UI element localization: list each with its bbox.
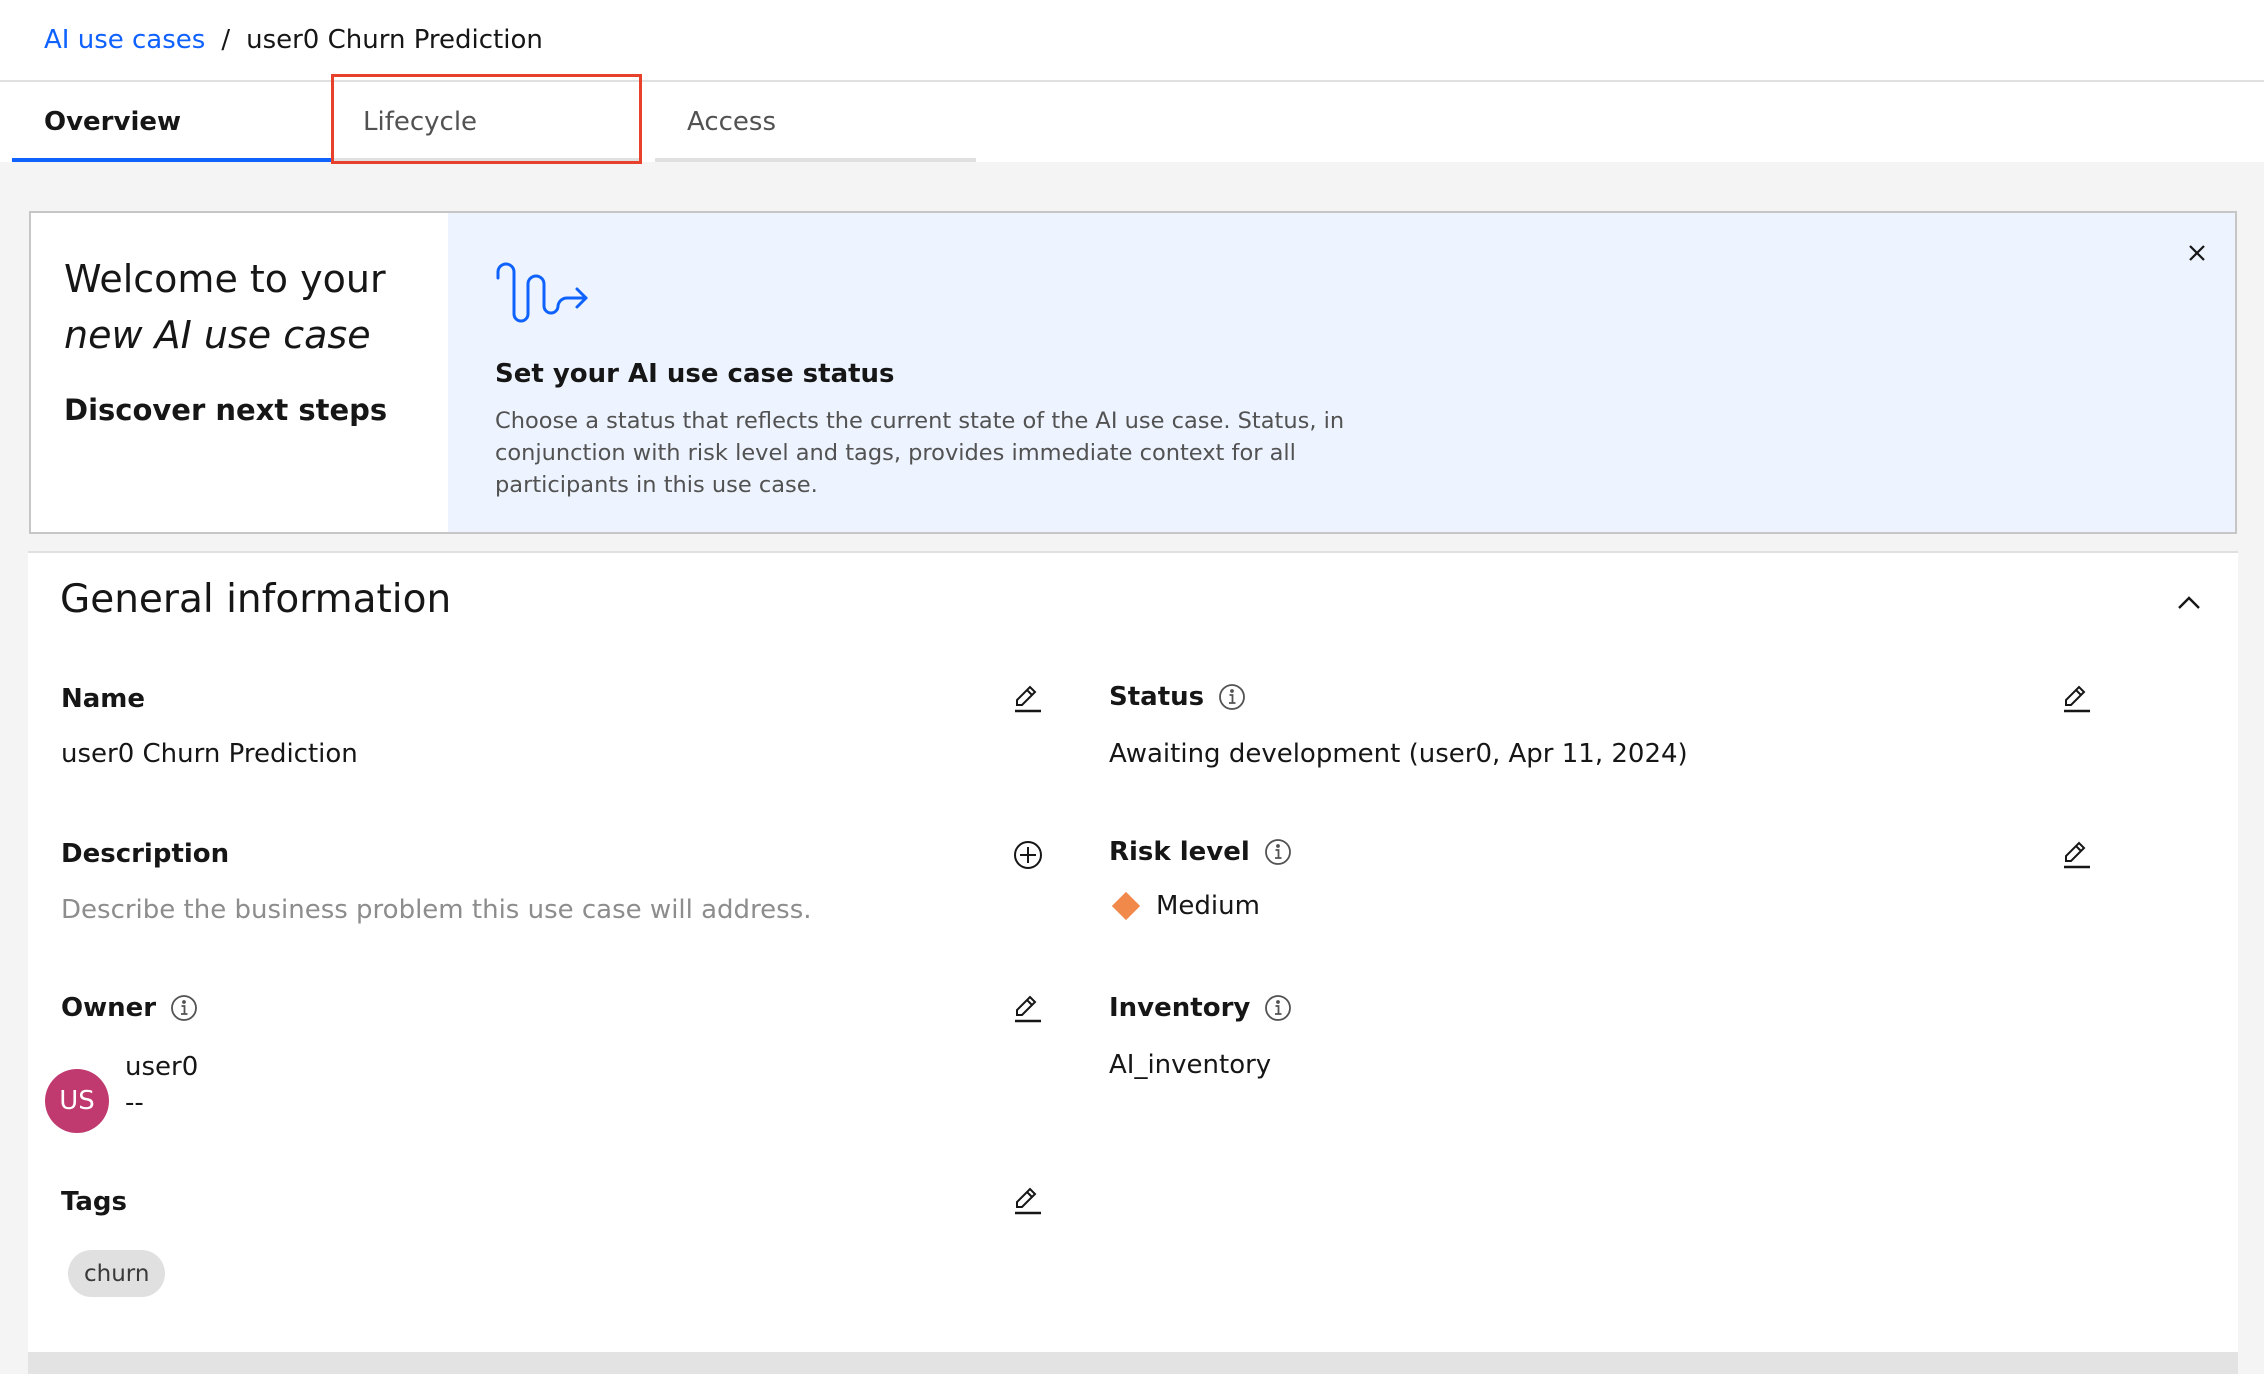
welcome-banner: Welcome to your new AI use case Discover… <box>29 211 2237 534</box>
section-title: General information <box>60 577 452 622</box>
risk-level-text: Medium <box>1156 891 1260 921</box>
field-label-name: Name <box>61 682 145 716</box>
tag-chip[interactable]: churn <box>68 1250 166 1297</box>
banner-step-title: Set your AI use case status <box>495 359 895 389</box>
info-icon[interactable] <box>1264 838 1292 866</box>
general-information-card: General information Name user0 Churn Pre… <box>28 551 2238 1353</box>
owner-name: user0 <box>125 1052 199 1082</box>
owner-details: user0 -- <box>125 1049 198 1121</box>
label-text: Description <box>61 839 230 869</box>
banner-welcome-heading: Welcome to your new AI use case <box>64 251 386 363</box>
label-text: Risk level <box>1109 837 1250 867</box>
tab-overview[interactable]: Overview <box>12 82 331 162</box>
breadcrumb-link-ai-use-cases[interactable]: AI use cases <box>44 25 205 55</box>
label-text: Tags <box>61 1187 128 1217</box>
breadcrumb: AI use cases / user0 Churn Prediction <box>44 22 543 58</box>
tab-underline <box>655 158 976 162</box>
label-text: Inventory <box>1109 993 1251 1023</box>
avatar: US <box>45 1069 109 1133</box>
tab-label: Overview <box>44 107 182 137</box>
close-icon[interactable] <box>2181 237 2213 269</box>
owner-entry: US user0 -- <box>45 1049 198 1133</box>
info-icon[interactable] <box>170 994 198 1022</box>
name-value: user0 Churn Prediction <box>61 739 358 769</box>
inventory-value: AI_inventory <box>1109 1050 1272 1080</box>
info-icon[interactable] <box>1264 994 1292 1022</box>
welcome-line-2-text: new AI use case <box>64 313 371 357</box>
edit-icon[interactable] <box>2061 683 2093 715</box>
risk-medium-diamond-icon <box>1111 891 1141 921</box>
edit-icon[interactable] <box>2061 839 2093 871</box>
field-label-risk-level: Risk level <box>1109 835 1292 869</box>
tab-underline <box>12 158 331 162</box>
banner-step-description: Choose a status that reflects the curren… <box>495 408 1345 498</box>
chevron-up-icon[interactable] <box>2173 587 2205 619</box>
field-label-owner: Owner <box>61 991 198 1025</box>
tab-lifecycle[interactable]: Lifecycle <box>331 82 641 162</box>
tab-label: Lifecycle <box>363 107 478 137</box>
field-label-tags: Tags <box>61 1185 127 1219</box>
field-label-status: Status <box>1109 680 1246 714</box>
description-placeholder[interactable]: Describe the business problem this use c… <box>61 895 812 925</box>
label-text: Owner <box>61 993 157 1023</box>
field-label-inventory: Inventory <box>1109 991 1292 1025</box>
field-label-description: Description <box>61 837 229 871</box>
tab-access[interactable]: Access <box>655 82 976 162</box>
tab-label: Access <box>687 107 777 137</box>
path-arrow-icon <box>496 262 590 326</box>
status-value: Awaiting development (user0, Apr 11, 202… <box>1109 739 1688 769</box>
banner-intro-panel: Welcome to your new AI use case Discover… <box>31 213 448 532</box>
breadcrumb-current: user0 Churn Prediction <box>246 25 543 55</box>
risk-level-value: Medium <box>1109 891 1260 921</box>
label-text: Status <box>1109 682 1205 712</box>
info-icon[interactable] <box>1218 683 1246 711</box>
next-section-edge <box>28 1352 2238 1374</box>
welcome-line-2: new AI use case <box>64 307 386 363</box>
edit-icon[interactable] <box>1012 993 1044 1025</box>
banner-discover-heading: Discover next steps <box>64 393 388 427</box>
label-text: Name <box>61 684 146 714</box>
welcome-line-1: Welcome to your <box>64 257 386 301</box>
add-icon[interactable] <box>1012 839 1044 871</box>
tab-underline <box>331 158 641 162</box>
edit-icon[interactable] <box>1012 1185 1044 1217</box>
owner-secondary: -- <box>125 1088 144 1118</box>
breadcrumb-separator: / <box>221 25 231 55</box>
edit-icon[interactable] <box>1012 683 1044 715</box>
